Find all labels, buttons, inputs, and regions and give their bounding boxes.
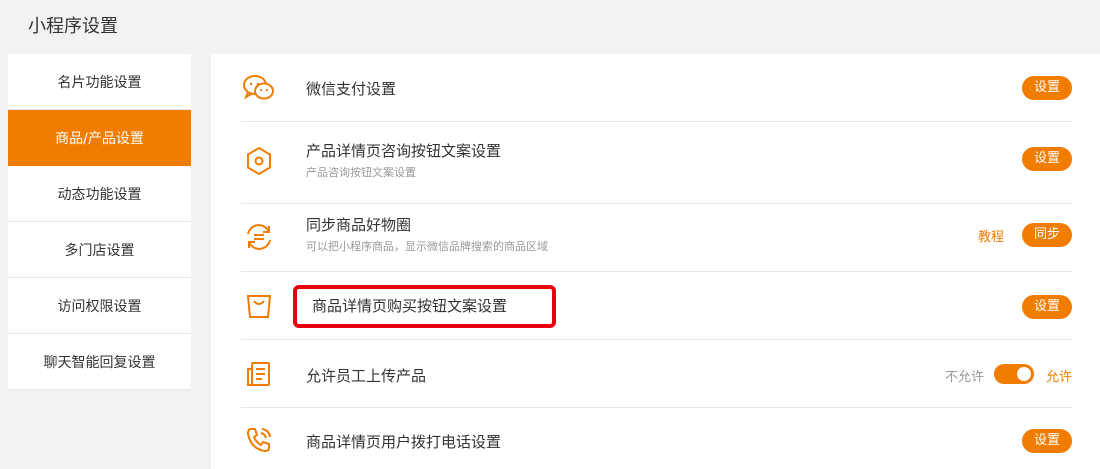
setting-row-staff-upload: 允许员工上传产品 不允许 允许: [241, 340, 1072, 408]
sidebar-item-dynamics[interactable]: 动态功能设置: [8, 166, 191, 222]
sidebar-item-stores[interactable]: 多门店设置: [8, 222, 191, 278]
sidebar-item-label: 访问权限设置: [57, 298, 142, 315]
sidebar-item-chat-reply[interactable]: 聊天智能回复设置: [8, 334, 191, 390]
settings-button[interactable]: 设置: [1021, 76, 1072, 100]
setting-row-sync-goods: 同步商品好物圈 可以把小程序商品，显示微信品牌搜索的商品区域 教程 同步: [241, 204, 1072, 272]
settings-panel: 微信支付设置 设置 产品详情页咨询按钮文案设置 产品咨询按钮文案设置 设置 同步: [211, 54, 1100, 469]
page-title: 小程序设置: [28, 16, 118, 37]
sidebar-item-label: 聊天智能回复设置: [43, 354, 156, 371]
settings-button[interactable]: 设置: [1021, 295, 1072, 319]
settings-button[interactable]: 设置: [1021, 429, 1072, 453]
toggle-off-label: 不允许: [944, 370, 984, 385]
sidebar-item-label: 多门店设置: [64, 242, 135, 259]
setting-title: 产品详情页咨询按钮文案设置: [306, 142, 502, 160]
setting-title: 微信支付设置: [306, 80, 397, 98]
sync-button[interactable]: 同步: [1021, 223, 1072, 247]
setting-title: 同步商品好物圈: [306, 216, 412, 234]
sidebar-item-card[interactable]: 名片功能设置: [8, 54, 191, 110]
toggle-knob: [1017, 367, 1031, 381]
sidebar-item-access[interactable]: 访问权限设置: [8, 278, 191, 334]
sidebar-item-label: 动态功能设置: [57, 186, 142, 203]
setting-title: 商品详情页用户拨打电话设置: [306, 433, 502, 451]
sidebar-item-label: 名片功能设置: [57, 74, 142, 91]
sidebar: 名片功能设置 商品/产品设置 动态功能设置 多门店设置 访问权限设置 聊天智能回…: [8, 54, 191, 390]
setting-row-consult-button: 产品详情页咨询按钮文案设置 产品咨询按钮文案设置 设置: [241, 122, 1072, 204]
setting-row-wechat-pay: 微信支付设置 设置: [241, 54, 1072, 122]
setting-title: 允许员工上传产品: [306, 367, 427, 385]
sidebar-item-products[interactable]: 商品/产品设置: [8, 110, 191, 166]
setting-subtitle: 产品咨询按钮文案设置: [306, 166, 416, 179]
hexagon-icon: [241, 143, 277, 179]
tutorial-link[interactable]: 教程: [978, 226, 1004, 245]
sync-icon: [241, 219, 277, 255]
phone-icon: [241, 422, 277, 458]
sidebar-item-label: 商品/产品设置: [55, 130, 144, 147]
toggle-on-label: 允许: [1045, 370, 1072, 385]
highlight-box: [293, 285, 556, 328]
document-icon: [241, 356, 277, 392]
shopping-bag-icon: [241, 288, 277, 324]
allow-upload-toggle[interactable]: [994, 364, 1034, 384]
setting-row-phone-call: 商品详情页用户拨打电话设置 设置: [241, 408, 1072, 469]
settings-button[interactable]: 设置: [1021, 147, 1072, 171]
wechat-icon: [241, 70, 277, 106]
setting-subtitle: 可以把小程序商品，显示微信品牌搜索的商品区域: [306, 240, 548, 253]
